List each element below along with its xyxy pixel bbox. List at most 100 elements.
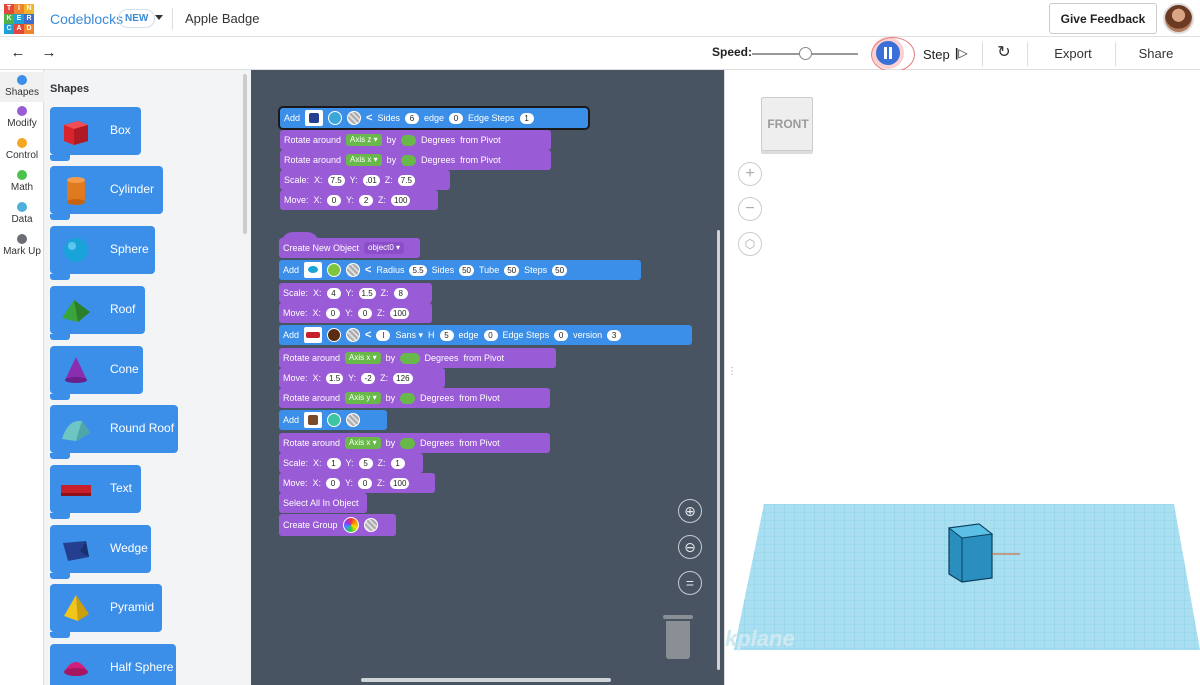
x-input[interactable]: 1.5 xyxy=(326,372,344,384)
rotate-block[interactable]: Rotate around Axis x ▾ by 90 Degrees fro… xyxy=(279,433,550,453)
tinkercad-logo[interactable]: T I N K E R C A D xyxy=(4,4,34,34)
degrees-input[interactable]: 15 xyxy=(400,392,416,404)
user-avatar[interactable] xyxy=(1163,3,1194,34)
object-dropdown[interactable]: object0 ▾ xyxy=(364,242,405,254)
z-input[interactable]: 8 xyxy=(393,287,408,299)
panel-resize-handle-icon[interactable]: ⋮ xyxy=(727,366,737,377)
degrees-input[interactable]: 90 xyxy=(400,437,416,449)
axis-dropdown[interactable]: Axis y ▾ xyxy=(345,392,381,404)
rotate-block[interactable]: Rotate around Axis z ▾ by 90 Degrees fro… xyxy=(280,130,551,150)
rotate-block[interactable]: Rotate around Axis x ▾ by 90 Degrees fro… xyxy=(280,150,551,170)
sides-input[interactable]: 50 xyxy=(459,264,475,276)
chevron-left-icon[interactable]: < xyxy=(365,264,371,276)
hole-swatch[interactable] xyxy=(347,111,362,125)
rotate-block[interactable]: Rotate around Axis x ▾ by 105 Degrees fr… xyxy=(279,348,556,368)
shape-block-sphere[interactable]: Sphere xyxy=(50,226,155,280)
axis-dropdown[interactable]: Axis x ▾ xyxy=(346,154,382,166)
chevron-left-icon[interactable]: < xyxy=(366,112,372,124)
hole-swatch[interactable] xyxy=(363,518,378,532)
add-shape-block[interactable]: Add xyxy=(279,410,387,430)
zoom-out-icon[interactable]: − xyxy=(738,197,762,221)
category-control[interactable]: Control xyxy=(0,138,44,161)
give-feedback-button[interactable]: Give Feedback xyxy=(1049,3,1157,34)
chevron-left-icon[interactable]: < xyxy=(365,329,371,341)
tube-input[interactable]: 50 xyxy=(504,264,520,276)
chevron-down-icon[interactable] xyxy=(155,15,163,20)
hole-swatch[interactable] xyxy=(346,328,361,342)
color-swatch[interactable] xyxy=(327,263,342,277)
edge-steps-input[interactable]: 0 xyxy=(554,329,569,341)
category-modify[interactable]: Modify xyxy=(0,106,44,129)
z-input[interactable]: 100 xyxy=(390,307,410,319)
select-all-block[interactable]: Select All In Object xyxy=(279,493,367,513)
y-input[interactable]: 2 xyxy=(359,194,374,206)
y-input[interactable]: .01 xyxy=(362,174,380,186)
x-input[interactable]: 4 xyxy=(326,287,341,299)
shape-block-roof[interactable]: Roof xyxy=(50,286,145,340)
view-cube[interactable]: FRONT xyxy=(761,97,813,151)
shape-block-cylinder[interactable]: Cylinder xyxy=(50,166,163,220)
zoom-reset-icon[interactable]: = xyxy=(678,571,702,595)
degrees-input[interactable]: 105 xyxy=(400,352,420,364)
move-block[interactable]: Move: X: 0 Y: 0 Z: 100 xyxy=(279,473,435,493)
y-input[interactable]: 5 xyxy=(358,457,373,469)
scale-block[interactable]: Scale: X: 1 Y: 5 Z: 1 xyxy=(279,453,423,473)
export-button[interactable]: Export xyxy=(1042,42,1104,66)
flyout-scrollbar[interactable] xyxy=(243,74,247,234)
move-block[interactable]: Move: X: 0 Y: 2 Z: 100 xyxy=(280,190,438,210)
edge-input[interactable]: 0 xyxy=(483,329,498,341)
category-data[interactable]: Data xyxy=(0,202,44,225)
rainbow-color-swatch[interactable] xyxy=(342,517,359,533)
hole-swatch[interactable] xyxy=(346,413,361,427)
category-shapes[interactable]: Shapes xyxy=(0,72,44,102)
fit-view-icon[interactable]: ⬡ xyxy=(738,232,762,256)
z-input[interactable]: 1 xyxy=(390,457,405,469)
font-dropdown[interactable]: Sans ▾ xyxy=(395,330,423,341)
shape-block-wedge[interactable]: Wedge xyxy=(50,525,151,579)
degrees-input[interactable]: 90 xyxy=(401,154,417,166)
shape-thumbnail[interactable] xyxy=(304,262,323,278)
x-input[interactable]: 0 xyxy=(326,477,341,489)
add-text-block[interactable]: Add < l Sans ▾ H5 edge 0 Edge Steps 0 vers… xyxy=(279,325,692,345)
degrees-input[interactable]: 90 xyxy=(401,134,417,146)
app-name[interactable]: Codeblocks xyxy=(50,11,123,27)
move-block[interactable]: Move: X: 1.5 Y: -2 Z: 126 xyxy=(279,368,445,388)
zoom-out-icon[interactable]: ⊖ xyxy=(678,535,702,559)
y-input[interactable]: 0 xyxy=(358,307,373,319)
text-input[interactable]: l xyxy=(376,329,391,341)
z-input[interactable]: 100 xyxy=(391,194,411,206)
scale-block[interactable]: Scale: X: 7.5 Y: .01 Z: 7.5 xyxy=(280,170,450,190)
shape-thumbnail[interactable] xyxy=(304,327,323,343)
workplane-grid[interactable] xyxy=(734,504,1200,650)
radius-input[interactable]: 5.5 xyxy=(409,264,427,276)
rotate-block[interactable]: Rotate around Axis y ▾ by 15 Degrees fro… xyxy=(279,388,550,408)
axis-dropdown[interactable]: Axis x ▾ xyxy=(345,437,381,449)
undo-icon[interactable]: ← xyxy=(9,44,27,62)
shape-block-text[interactable]: Text xyxy=(50,465,141,519)
speed-slider-thumb[interactable] xyxy=(799,47,812,60)
color-swatch[interactable] xyxy=(328,111,343,125)
reset-icon[interactable]: ↻ xyxy=(994,43,1014,63)
color-swatch[interactable] xyxy=(327,328,342,342)
code-workspace[interactable]: Add < Sides 6 edge 0 Edge Steps 1 Rotate… xyxy=(251,70,724,685)
y-input[interactable]: 0 xyxy=(358,477,373,489)
shape-block-box[interactable]: Box xyxy=(50,107,141,161)
category-math[interactable]: Math xyxy=(0,170,44,193)
axis-dropdown[interactable]: Axis x ▾ xyxy=(345,352,381,364)
shape-thumbnail[interactable] xyxy=(305,110,324,126)
color-swatch[interactable] xyxy=(327,413,342,427)
z-input[interactable]: 126 xyxy=(393,372,413,384)
3d-viewport[interactable]: ⋮ FRONT + − ⬡ kplane xyxy=(724,70,1200,685)
steps-input[interactable]: 50 xyxy=(552,264,568,276)
shape-block-cone[interactable]: Cone xyxy=(50,346,143,400)
sides-input[interactable]: 6 xyxy=(404,112,419,124)
add-polygon-block[interactable]: Add < Sides 6 edge 0 Edge Steps 1 xyxy=(280,108,588,128)
share-button[interactable]: Share xyxy=(1126,42,1186,66)
version-input[interactable]: 3 xyxy=(607,329,622,341)
z-input[interactable]: 7.5 xyxy=(397,174,415,186)
zoom-in-icon[interactable]: ⊕ xyxy=(678,499,702,523)
height-input[interactable]: 5 xyxy=(439,329,454,341)
pause-button[interactable] xyxy=(876,41,900,65)
add-torus-block[interactable]: Add < Radius 5.5 Sides 50 Tube 50 Steps 50 xyxy=(279,260,641,280)
create-group-block[interactable]: Create Group xyxy=(279,514,396,536)
